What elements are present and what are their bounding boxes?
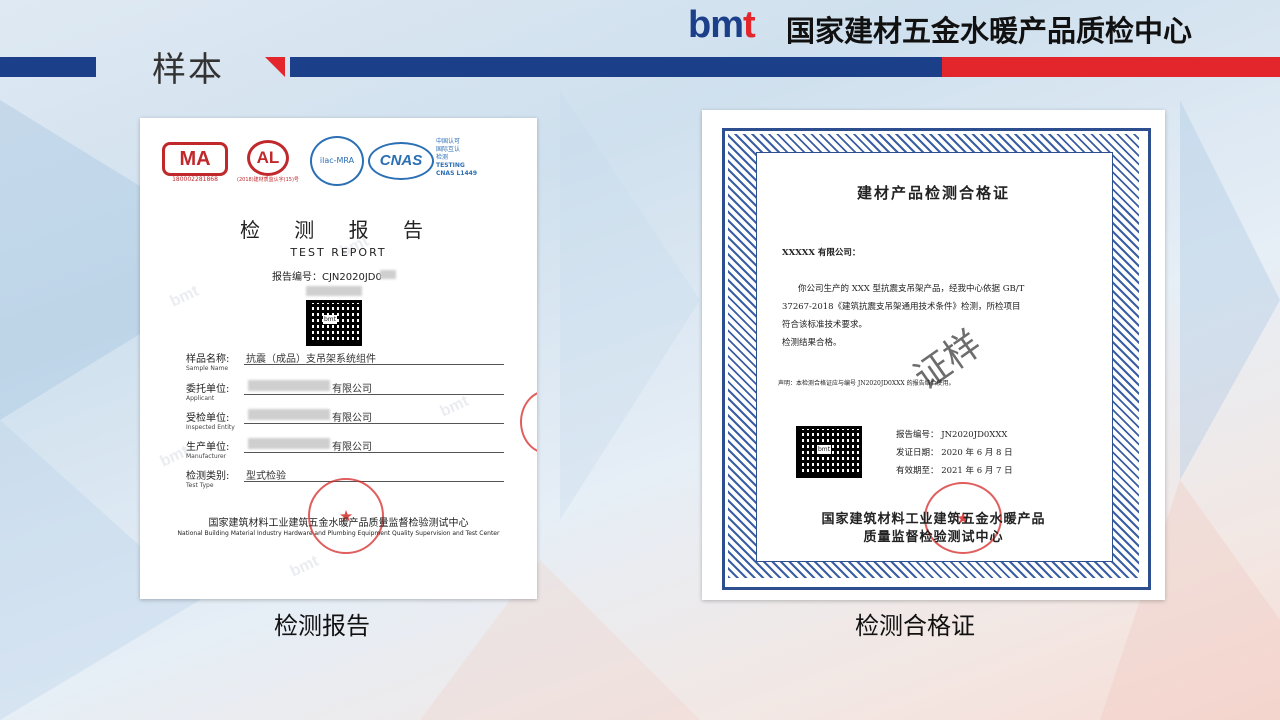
report-title: 检 测 报 告 <box>239 218 438 242</box>
report-issuer: 国家建筑材料工业建筑五金水暖产品质量监督检验测试中心 <box>208 518 469 529</box>
certificate-addressee: XXXXX 有限公司： <box>782 248 861 258</box>
field-manufacturer-value: 有限公司 <box>332 442 372 453</box>
cma-logo: MA 180002281868 <box>162 142 228 183</box>
qr-code: bmt <box>796 426 862 478</box>
cnas-description: 中国认可 国际互认 检测 TESTING CNAS L1449 <box>436 138 477 178</box>
cnas-logo: CNAS <box>368 142 434 180</box>
report-issuer-en: National Building Material Industry Hard… <box>177 530 500 537</box>
field-underline <box>244 423 504 424</box>
cnas-desc-line: 检测 <box>436 154 449 161</box>
redacted-block <box>248 380 330 391</box>
section-title: 样本 <box>152 50 224 90</box>
certificate-issue-date: 发证日期： 2020 年 6 月 8 日 <box>896 448 1013 458</box>
certificate-image[interactable]: 建材产品检测合格证 XXXXX 有限公司： 你公司生产的 XXX 型抗震支吊架产… <box>702 110 1165 600</box>
redacted-block <box>380 270 396 279</box>
qr-label: bmt <box>817 445 832 454</box>
cnas-desc-line: 国际互认 <box>436 146 461 153</box>
header-stripe-blue <box>290 57 942 77</box>
certificate-title: 建材产品检测合格证 <box>856 184 1010 202</box>
field-applicant-value: 有限公司 <box>332 384 372 395</box>
header-stripe-blue-left <box>0 57 96 77</box>
field-sample-name-value: 抗震（成品）支吊架系统组件 <box>246 354 376 365</box>
cnas-desc-line: TESTING <box>436 162 465 169</box>
qr-code: bmt <box>306 300 362 346</box>
certificate-report-number: 报告编号： JN2020JD0XXX <box>896 430 1008 440</box>
certificate-declaration: 声明：本检测合格证应与编号 JN2020JD0XXX 的报告结合使用。 <box>778 380 955 387</box>
header-stripe-red <box>942 57 1280 77</box>
official-seal-partial <box>520 390 537 454</box>
ilac-text: ilac-MRA <box>319 156 355 165</box>
field-sample-name-label: 样品名称: Sample Name <box>186 354 230 372</box>
redacted-block <box>248 438 330 449</box>
cnas-desc-line: CNAS L1449 <box>436 170 478 177</box>
certificate-body-line: 检测结果合格。 <box>782 338 842 348</box>
certificate-valid-until: 有效期至： 2021 年 6 月 7 日 <box>896 466 1013 476</box>
certificate-caption: 检测合格证 <box>855 612 975 640</box>
certificate-body-line: 37267-2018《建筑抗震支吊架通用技术条件》检测，所检项目 <box>782 302 1021 312</box>
field-inspected-entity-value: 有限公司 <box>332 413 372 424</box>
field-underline <box>244 452 504 453</box>
bmt-logo: bmt <box>688 4 756 47</box>
field-test-type-label: 检测类别: Test Type <box>186 471 230 489</box>
field-manufacturer-label: 生产单位: Manufacturer <box>186 442 230 460</box>
watermark: bmt <box>167 282 202 311</box>
certificate-issuer-line2: 质量监督检验测试中心 <box>863 530 1004 545</box>
cal-number: (2018)建材质监认字(15)号 <box>237 177 299 183</box>
cnas-text: CNAS <box>379 152 423 169</box>
org-name: 国家建材五金水暖产品质检中心 <box>786 14 1193 48</box>
report-number: 报告编号：CJN2020JD0 <box>272 272 382 283</box>
field-test-type-value: 型式检验 <box>246 471 286 482</box>
report-subtitle: TEST REPORT <box>290 246 387 259</box>
field-applicant-label: 委托单位: Applicant <box>186 384 230 402</box>
ilac-mra-logo: ilac-MRA <box>310 136 364 186</box>
cal-text: AL <box>247 140 289 176</box>
header-red-triangle <box>265 57 285 77</box>
certificate-body-line: 你公司生产的 XXX 型抗震支吊架产品，经我中心依据 GB/T <box>798 284 1025 294</box>
field-underline <box>244 481 504 482</box>
cal-logo: AL (2018)建材质监认字(15)号 <box>234 140 302 183</box>
watermark: bmt <box>437 392 472 421</box>
qr-label: bmt <box>323 315 338 324</box>
report-caption: 检测报告 <box>274 612 370 640</box>
field-underline <box>244 364 504 365</box>
redacted-block <box>248 409 330 420</box>
cma-text: MA <box>162 142 228 176</box>
accreditation-logos: MA 180002281868 AL (2018)建材质监认字(15)号 ila… <box>162 136 522 196</box>
logo-text-main: bm <box>688 4 744 46</box>
logo-text-accent: t <box>743 4 756 46</box>
certificate-body-line: 符合该标准技术要求。 <box>782 320 868 330</box>
watermark: bmt <box>287 552 322 581</box>
test-report-image[interactable]: bmt bmt bmt bmt bmt MA 180002281868 AL (… <box>140 118 537 599</box>
field-inspected-entity-label: 受检单位: Inspected Entity <box>186 413 235 431</box>
cma-number: 180002281868 <box>172 176 218 183</box>
certificate-issuer-line1: 国家建筑材料工业建筑五金水暖产品 <box>821 512 1046 527</box>
redacted-block <box>306 286 362 296</box>
cnas-desc-line: 中国认可 <box>436 138 461 145</box>
field-underline <box>244 394 504 395</box>
